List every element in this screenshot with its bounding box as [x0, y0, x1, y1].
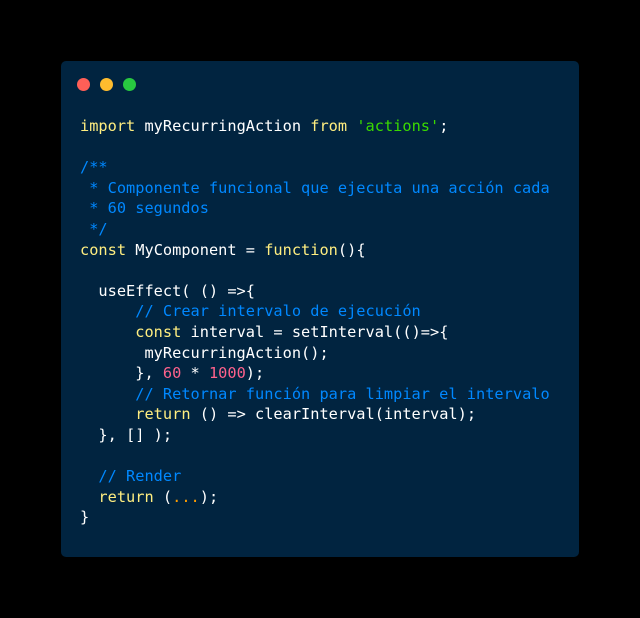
code-token: useEffect( () =>{: [80, 281, 255, 300]
code-token: myRecurringAction();: [80, 343, 329, 362]
code-line: }, 60 * 1000);: [80, 363, 571, 384]
code-token: interval = setInterval(()=>{: [181, 322, 449, 341]
code-line: import myRecurringAction from 'actions';: [80, 116, 571, 137]
code-token: }: [80, 508, 90, 527]
code-token: );: [245, 364, 265, 383]
code-token: MyComponent =: [126, 240, 265, 259]
code-token: 60: [162, 364, 182, 383]
code-line: const interval = setInterval(()=>{: [80, 322, 571, 343]
code-token: (: [153, 487, 173, 506]
code-line: // Retornar función para limpiar el inte…: [80, 384, 571, 405]
code-token: * Componente funcional que ejecuta una a…: [80, 178, 550, 197]
code-token: ;: [439, 117, 449, 135]
code-token: );: [199, 487, 219, 506]
code-token: const: [80, 240, 127, 259]
code-line: * Componente funcional que ejecuta una a…: [80, 178, 571, 199]
code-token: function: [264, 240, 338, 259]
code-token: ...: [172, 487, 200, 506]
code-token: myRecurringAction: [135, 117, 311, 135]
code-line: */: [80, 219, 571, 240]
maximize-dot: [123, 78, 136, 91]
code-token: /**: [80, 158, 108, 177]
code-token: *: [181, 364, 209, 383]
code-block: import myRecurringAction from 'actions';…: [80, 116, 571, 528]
code-line: }: [80, 507, 571, 528]
code-token: 'actions': [356, 117, 440, 135]
code-token: * 60 segundos: [80, 199, 209, 218]
code-line: useEffect( () =>{: [80, 281, 571, 302]
code-line: * 60 segundos: [80, 198, 571, 219]
code-token: */: [80, 219, 108, 238]
code-token: },: [80, 364, 163, 383]
code-token: (){: [337, 240, 366, 259]
code-token: () => clearInterval(interval);: [190, 405, 477, 424]
code-token: // Render: [98, 467, 182, 486]
close-dot: [77, 78, 90, 91]
code-token: 1000: [208, 364, 246, 383]
minimize-dot: [100, 78, 113, 91]
code-line: return () => clearInterval(interval);: [80, 404, 571, 425]
code-token: return: [98, 487, 154, 506]
code-token: const: [135, 322, 182, 341]
code-line: return (...);: [80, 487, 571, 508]
code-line: const MyComponent = function(){: [80, 240, 571, 261]
code-token: // Retornar función para limpiar el inte…: [135, 384, 550, 403]
code-token: return: [135, 405, 191, 424]
code-token: }, [] );: [80, 425, 173, 444]
code-line: myRecurringAction();: [80, 343, 571, 364]
code-window: import myRecurringAction from 'actions';…: [61, 61, 579, 557]
code-line: // Render: [80, 466, 571, 487]
code-line: /**: [80, 157, 571, 178]
window-controls: [77, 78, 136, 91]
code-token: import: [80, 117, 136, 135]
code-token: // Crear intervalo de ejecución: [135, 302, 421, 321]
code-token: from: [310, 117, 348, 135]
code-line: }, [] );: [80, 425, 571, 446]
code-line: // Crear intervalo de ejecución: [80, 301, 571, 322]
